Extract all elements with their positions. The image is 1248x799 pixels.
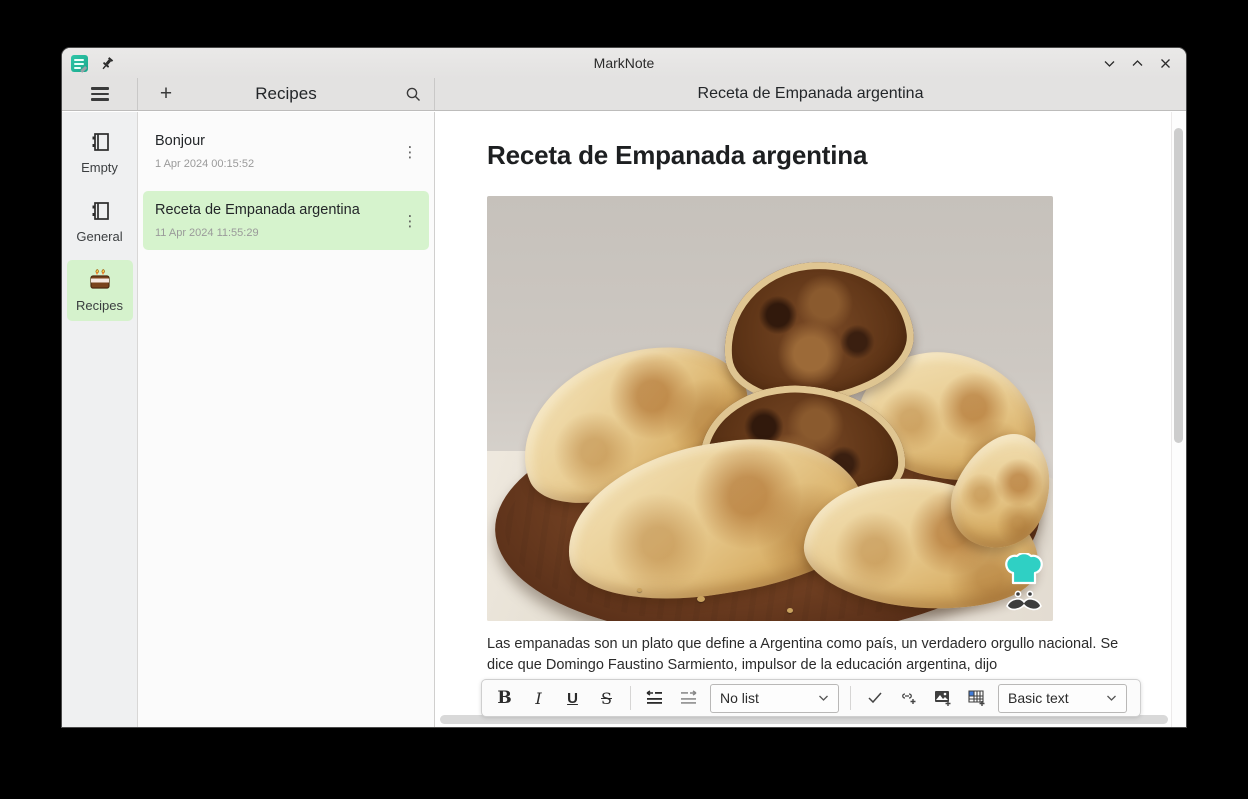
note-title: Receta de Empanada argentina bbox=[155, 202, 401, 218]
notebook-icon bbox=[67, 198, 133, 224]
birthday-cake-icon bbox=[67, 267, 133, 293]
note-date: 11 Apr 2024 11:55:29 bbox=[155, 227, 401, 239]
note-title: Bonjour bbox=[155, 133, 401, 149]
search-icon[interactable] bbox=[405, 86, 422, 103]
strikethrough-button[interactable]: S bbox=[590, 684, 623, 712]
sidebar-item-label: Empty bbox=[67, 160, 133, 175]
titlebar[interactable]: MarkNote bbox=[62, 48, 1186, 78]
maximize-button[interactable] bbox=[1128, 54, 1146, 72]
insert-link-icon[interactable] bbox=[892, 684, 925, 712]
insert-image-icon[interactable] bbox=[926, 684, 959, 712]
close-button[interactable] bbox=[1156, 54, 1174, 72]
minimize-button[interactable] bbox=[1100, 54, 1118, 72]
sidebar-item-general[interactable]: General bbox=[67, 191, 133, 252]
indent-more-icon[interactable] bbox=[638, 684, 671, 712]
format-toolbar: B I U S No list bbox=[481, 679, 1141, 717]
list-type-select[interactable]: No list bbox=[710, 684, 839, 713]
note-list: Bonjour 1 Apr 2024 00:15:52 ⋮ Receta de … bbox=[138, 112, 435, 727]
new-note-button[interactable]: + bbox=[152, 82, 180, 106]
editor-note-title: Receta de Empanada argentina bbox=[698, 85, 924, 103]
notebook-sidebar: Empty General Recipes bbox=[62, 112, 138, 727]
insert-table-icon[interactable] bbox=[960, 684, 993, 712]
notebook-icon bbox=[67, 129, 133, 155]
document-paragraph[interactable]: Las empanadas son un plato que define a … bbox=[487, 634, 1142, 676]
bold-button[interactable]: B bbox=[488, 684, 521, 712]
chevron-down-icon bbox=[1106, 694, 1117, 702]
editor-document[interactable]: Receta de Empanada argentina bbox=[435, 112, 1186, 727]
indent-less-icon[interactable] bbox=[672, 684, 705, 712]
sidebar-item-empty[interactable]: Empty bbox=[67, 122, 133, 183]
sidebar-item-label: Recipes bbox=[67, 298, 133, 313]
note-options-icon[interactable]: ⋮ bbox=[401, 212, 419, 230]
note-list-item-bonjour[interactable]: Bonjour 1 Apr 2024 00:15:52 ⋮ bbox=[143, 122, 429, 181]
sidebar-item-label: General bbox=[67, 229, 133, 244]
marknote-app-icon bbox=[71, 55, 88, 72]
note-options-icon[interactable]: ⋮ bbox=[401, 143, 419, 161]
note-list-item-receta[interactable]: Receta de Empanada argentina 11 Apr 2024… bbox=[143, 191, 429, 250]
checkbox-icon[interactable] bbox=[858, 684, 891, 712]
vertical-scrollbar[interactable] bbox=[1171, 112, 1186, 727]
note-date: 1 Apr 2024 00:15:52 bbox=[155, 158, 401, 170]
marknote-window: MarkNote + Recipes Receta de Empanada bbox=[62, 48, 1186, 727]
italic-button[interactable]: I bbox=[522, 684, 555, 712]
window-title: MarkNote bbox=[62, 55, 1186, 71]
menu-icon[interactable] bbox=[91, 87, 109, 100]
header-row: + Recipes Receta de Empanada argentina bbox=[62, 78, 1186, 111]
vertical-scrollbar-thumb[interactable] bbox=[1174, 128, 1183, 443]
document-heading[interactable]: Receta de Empanada argentina bbox=[487, 140, 1116, 171]
underline-button[interactable]: U bbox=[556, 684, 589, 712]
empanadas-photo bbox=[487, 196, 1053, 621]
text-style-select[interactable]: Basic text bbox=[998, 684, 1127, 713]
editor-pane: Receta de Empanada argentina bbox=[435, 112, 1186, 727]
pin-icon[interactable] bbox=[100, 56, 115, 71]
chevron-down-icon bbox=[818, 694, 829, 702]
chef-hat-watermark-icon bbox=[999, 553, 1049, 619]
sidebar-item-recipes[interactable]: Recipes bbox=[67, 260, 133, 321]
notebook-title: Recipes bbox=[138, 84, 434, 104]
